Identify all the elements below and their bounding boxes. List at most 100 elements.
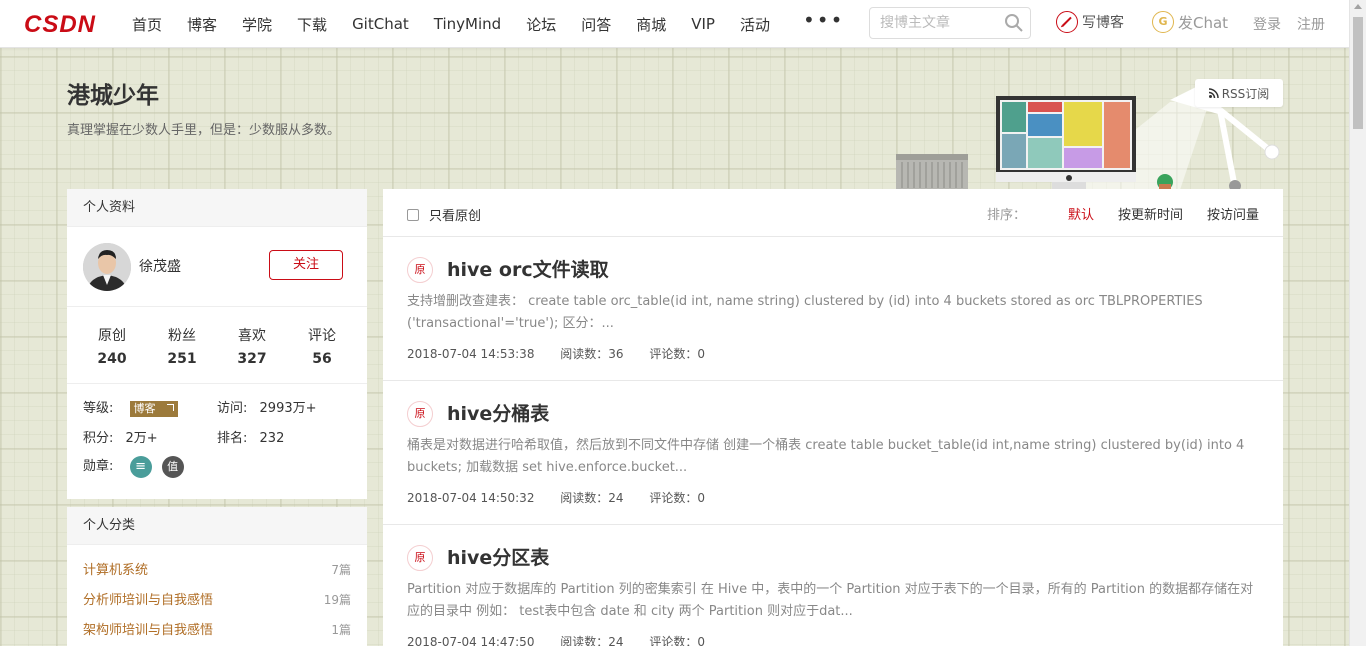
only-original-toggle[interactable]: 只看原创 [407,205,481,224]
category-item[interactable]: 架构师培训与自我感悟 1篇 [83,615,351,645]
username[interactable]: 徐茂盛 [139,256,181,276]
category-count: 7篇 [331,563,351,577]
sort-by-update-option[interactable]: 按更新时间 [1118,204,1183,223]
top-navigation-bar: CSDN 首页 博客 学院 下载 GitChat TinyMind 论坛 问答 … [0,0,1349,48]
scroll-up-arrow-icon[interactable] [1354,4,1362,9]
login-link[interactable]: 登录 [1253,14,1281,34]
category-name[interactable]: 架构师培训与自我感悟 [83,623,213,638]
blog-search-input[interactable] [870,8,995,38]
category-count: 19篇 [323,593,351,607]
level-badge[interactable]: 博客 [129,400,178,417]
gitchat-icon: G [1152,11,1174,33]
profile-row: 徐茂盛 关注 [67,227,367,307]
stat-original[interactable]: 原创 240 [77,325,147,367]
stat-value: 56 [312,351,332,367]
article-read-count: 阅读数：36 [560,347,624,361]
monitor-illustration [996,96,1136,190]
article-title-link[interactable]: hive分桶表 [447,399,549,426]
category-item[interactable]: 计算机系统 7篇 [83,555,351,585]
stat-label: 粉丝 [168,328,196,344]
rank-label: 排名: [217,431,248,446]
visits-value: 2993万+ [259,401,317,416]
nav-item-download[interactable]: 下载 [297,14,327,35]
register-link[interactable]: 注册 [1297,14,1325,34]
original-tag-badge: 原 [407,545,433,571]
sort-default-option[interactable]: 默认 [1068,204,1094,223]
blog-search-box [869,7,1031,39]
original-tag-badge: 原 [407,257,433,283]
nav-item-events[interactable]: 活动 [740,14,770,35]
nav-item-blog[interactable]: 博客 [187,14,217,35]
write-blog-button[interactable]: 写博客 [1056,11,1124,33]
main-menu: 首页 博客 学院 下载 GitChat TinyMind 论坛 问答 商城 VI… [132,0,844,48]
scrollbar-thumb[interactable] [1353,17,1363,129]
avatar[interactable] [83,243,131,291]
only-original-label: 只看原创 [429,209,482,224]
follow-button[interactable]: 关注 [269,250,343,280]
medals-row: 勋章: ≡ 值 [83,455,190,478]
level-row: 等级: 博客 [83,397,178,417]
csdn-logo-text: CSDN [24,12,96,36]
sort-label: 排序： [986,208,1026,223]
stat-comments[interactable]: 评论 56 [287,325,357,367]
profile-info: 等级: 博客 访问: 2993万+ 积分: 2万+ 排名: 232 勋章: ≡ … [67,384,367,499]
stat-value: 327 [237,351,267,367]
article-abstract[interactable]: Partition 对应于数据库的 Partition 列的密集索引 在 Hiv… [407,579,1259,623]
sort-options: 排序： 默认 按更新时间 按访问量 [987,204,1259,223]
category-count: 1篇 [331,623,351,637]
points-row: 积分: 2万+ [83,427,158,446]
nav-item-tinymind[interactable]: TinyMind [434,15,501,33]
value-medal-icon[interactable]: 值 [161,455,184,478]
article-meta: 2018-07-04 14:53:38 阅读数：36 评论数：0 [407,345,727,362]
stat-fans[interactable]: 粉丝 251 [147,325,217,367]
search-icon[interactable] [1004,13,1024,33]
only-original-checkbox[interactable] [407,208,419,221]
category-item[interactable]: 分析师培训与自我感悟 19篇 [83,585,351,615]
article-title-link[interactable]: hive分区表 [447,543,549,570]
visits-label: 访问: [217,401,248,416]
category-list: 计算机系统 7篇 分析师培训与自我感悟 19篇 架构师培训与自我感悟 1篇 [67,545,367,645]
sort-by-visits-option[interactable]: 按访问量 [1207,204,1259,223]
more-menu-button[interactable]: ••• [803,0,844,44]
article-title-link[interactable]: hive orc文件读取 [447,255,609,282]
article-read-count: 阅读数：24 [560,491,624,505]
list-medal-glyph: ≡ [135,458,146,474]
stat-label: 原创 [98,328,126,344]
csdn-logo[interactable]: CSDN [24,12,110,36]
stat-label: 评论 [308,328,336,344]
write-blog-label: 写博客 [1082,15,1124,31]
category-name[interactable]: 计算机系统 [83,563,148,578]
article-abstract[interactable]: 桶表是对数据进行哈希取值，然后放到不同文件中存储 创建一个桶表 create t… [407,435,1259,479]
stat-likes[interactable]: 喜欢 327 [217,325,287,367]
article-abstract[interactable]: 支持增删改查建表： create table orc_table(id int,… [407,291,1259,335]
rss-icon [1208,88,1219,98]
value-medal-glyph: 值 [167,459,179,473]
rss-subscribe-button[interactable]: RSS订阅 [1195,79,1283,107]
article-date: 2018-07-04 14:47:50 [407,635,535,646]
nav-item-gitchat[interactable]: GitChat [352,15,409,33]
stat-value: 251 [167,351,197,367]
blog-title[interactable]: 港城少年 [67,76,159,110]
article-item: 原 hive分桶表 桶表是对数据进行哈希取值，然后放到不同文件中存储 创建一个桶… [383,381,1283,525]
nav-item-home[interactable]: 首页 [132,14,162,35]
medals-label: 勋章: [83,459,114,474]
visits-row: 访问: 2993万+ [217,397,317,416]
stat-value: 240 [97,351,127,367]
page-scrollbar[interactable] [1349,0,1366,646]
publish-chat-button[interactable]: G 发Chat [1152,11,1228,33]
article-comment-count: 评论数：0 [649,635,706,646]
article-date: 2018-07-04 14:50:32 [407,491,535,505]
nav-item-vip[interactable]: VIP [691,15,715,33]
article-item: 原 hive分区表 Partition 对应于数据库的 Partition 列的… [383,525,1283,646]
nav-item-forum[interactable]: 论坛 [526,14,556,35]
rank-row: 排名: 232 [217,427,284,446]
list-medal-icon[interactable]: ≡ [129,455,152,478]
nav-item-academy[interactable]: 学院 [242,14,272,35]
category-name[interactable]: 分析师培训与自我感悟 [83,593,213,608]
stat-label: 喜欢 [238,328,266,344]
category-card: 个人分类 计算机系统 7篇 分析师培训与自我感悟 19篇 架构师培训与自我感悟 … [67,507,367,646]
nav-item-store[interactable]: 商城 [636,14,666,35]
nav-item-qa[interactable]: 问答 [581,14,611,35]
points-value: 2万+ [125,431,158,446]
article-meta: 2018-07-04 14:50:32 阅读数：24 评论数：0 [407,489,727,506]
